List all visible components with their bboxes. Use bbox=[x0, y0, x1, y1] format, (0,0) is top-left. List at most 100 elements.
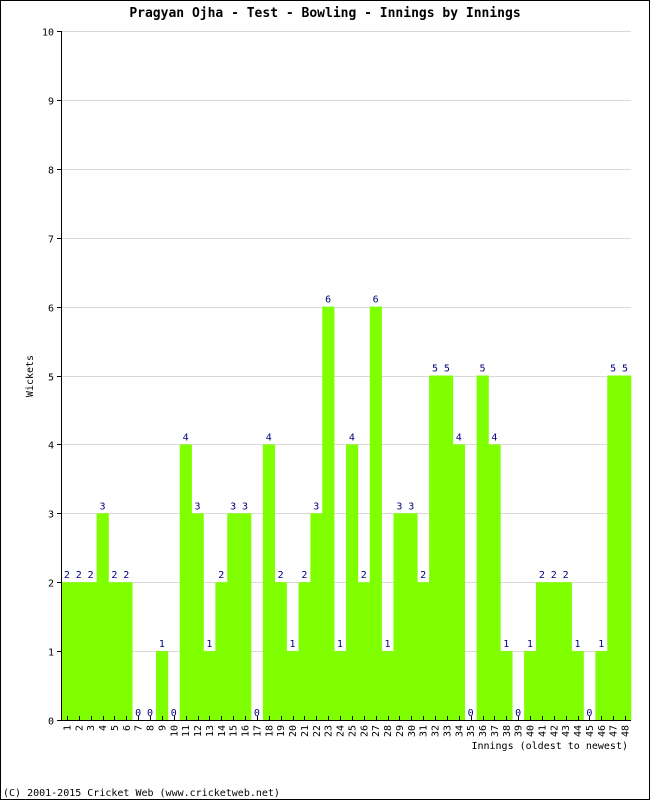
x-tick-label: 26 bbox=[359, 725, 370, 737]
bar bbox=[595, 651, 608, 720]
bar bbox=[286, 651, 299, 720]
x-tick-label: 18 bbox=[264, 725, 275, 737]
value-label: 2 bbox=[278, 570, 284, 581]
value-label: 1 bbox=[385, 639, 391, 650]
x-tick-label: 15 bbox=[229, 725, 240, 737]
copyright-footer: (C) 2001-2015 Cricket Web (www.cricketwe… bbox=[3, 788, 280, 799]
value-label: 2 bbox=[111, 570, 117, 581]
x-tick-label: 9 bbox=[157, 725, 168, 731]
value-label: 2 bbox=[361, 570, 367, 581]
value-label: 2 bbox=[88, 570, 94, 581]
bar bbox=[441, 375, 454, 720]
bar bbox=[191, 513, 204, 720]
y-tick-label: 6 bbox=[48, 304, 54, 315]
x-tick-label: 3 bbox=[86, 725, 97, 731]
x-tick-label: 45 bbox=[585, 725, 596, 737]
bar bbox=[607, 375, 620, 720]
value-label: 2 bbox=[123, 570, 129, 581]
bar bbox=[61, 582, 74, 720]
chart-title: Pragyan Ojha - Test - Bowling - Innings … bbox=[129, 6, 520, 21]
x-tick-label: 42 bbox=[549, 725, 560, 737]
y-tick-label: 1 bbox=[48, 648, 54, 659]
x-tick-label: 32 bbox=[431, 725, 442, 737]
bar bbox=[322, 306, 335, 720]
bar bbox=[274, 582, 287, 720]
y-tick-label: 7 bbox=[48, 235, 54, 246]
value-label: 2 bbox=[551, 570, 557, 581]
value-label: 2 bbox=[76, 570, 82, 581]
y-tick-label: 5 bbox=[48, 373, 54, 384]
bar bbox=[369, 306, 382, 720]
x-tick-label: 43 bbox=[561, 725, 572, 737]
value-label: 0 bbox=[468, 708, 474, 719]
value-label: 4 bbox=[183, 432, 189, 443]
x-tick-label: 4 bbox=[98, 725, 109, 731]
x-axis-label: Innings (oldest to newest) bbox=[471, 741, 628, 752]
x-tick-label: 25 bbox=[347, 725, 358, 737]
bar bbox=[571, 651, 584, 720]
bar bbox=[381, 651, 394, 720]
x-tick-label: 33 bbox=[442, 725, 453, 737]
y-tick-label: 10 bbox=[42, 28, 54, 39]
value-label: 5 bbox=[610, 364, 616, 375]
bar bbox=[156, 651, 169, 720]
x-tick-label: 8 bbox=[146, 725, 157, 731]
bar bbox=[417, 582, 430, 720]
x-tick-label: 34 bbox=[454, 725, 465, 737]
x-tick-label: 44 bbox=[573, 725, 584, 737]
x-tick-label: 2 bbox=[74, 725, 85, 731]
bar bbox=[536, 582, 549, 720]
bar bbox=[488, 444, 501, 720]
value-label: 6 bbox=[373, 295, 379, 306]
bar bbox=[179, 444, 192, 720]
value-label: 3 bbox=[313, 501, 319, 512]
x-tick-label: 31 bbox=[419, 725, 430, 737]
x-tick-label: 41 bbox=[537, 725, 548, 737]
value-label: 1 bbox=[159, 639, 165, 650]
y-tick-label: 0 bbox=[48, 717, 54, 728]
bar-chart: Pragyan Ojha - Test - Bowling - Innings … bbox=[3, 6, 632, 799]
value-label: 2 bbox=[64, 570, 70, 581]
value-label: 1 bbox=[290, 639, 296, 650]
value-label: 3 bbox=[230, 501, 236, 512]
bar bbox=[72, 582, 86, 720]
bar bbox=[239, 513, 252, 720]
bar bbox=[227, 513, 240, 720]
bar bbox=[346, 444, 359, 720]
bar bbox=[334, 651, 347, 720]
x-tick-label: 38 bbox=[502, 725, 513, 737]
x-tick-label: 17 bbox=[252, 725, 263, 737]
bar bbox=[203, 651, 216, 720]
x-tick-label: 35 bbox=[466, 725, 477, 737]
y-tick-label: 4 bbox=[48, 441, 54, 452]
value-label: 0 bbox=[171, 708, 177, 719]
y-tick-label: 9 bbox=[48, 97, 54, 108]
x-tick-label: 48 bbox=[621, 725, 632, 737]
value-label: 2 bbox=[539, 570, 545, 581]
y-axis-label: Wickets bbox=[25, 355, 36, 397]
value-label: 3 bbox=[396, 501, 402, 512]
bar bbox=[476, 375, 489, 720]
x-tick-label: 21 bbox=[300, 725, 311, 737]
bar bbox=[393, 513, 406, 720]
value-label: 1 bbox=[503, 639, 509, 650]
x-tick-label: 11 bbox=[181, 725, 192, 737]
x-tick-label: 39 bbox=[514, 725, 525, 737]
bar bbox=[500, 651, 513, 720]
value-label: 1 bbox=[598, 639, 604, 650]
y-tick-label: 2 bbox=[48, 579, 54, 590]
value-label: 4 bbox=[349, 432, 355, 443]
x-tick-label: 19 bbox=[276, 725, 287, 737]
value-label: 4 bbox=[266, 432, 272, 443]
value-label: 2 bbox=[563, 570, 569, 581]
x-tick-label: 5 bbox=[110, 725, 121, 731]
value-label: 6 bbox=[325, 295, 331, 306]
x-tick-label: 40 bbox=[526, 725, 537, 737]
bar bbox=[298, 582, 311, 720]
y-tick-label: 8 bbox=[48, 166, 54, 177]
value-label: 3 bbox=[100, 501, 106, 512]
y-tick-labels: 0 1 2 3 4 5 6 7 8 9 10 bbox=[42, 28, 54, 728]
bar bbox=[547, 582, 561, 720]
bar bbox=[215, 582, 228, 720]
x-tick-label: 47 bbox=[609, 725, 620, 737]
